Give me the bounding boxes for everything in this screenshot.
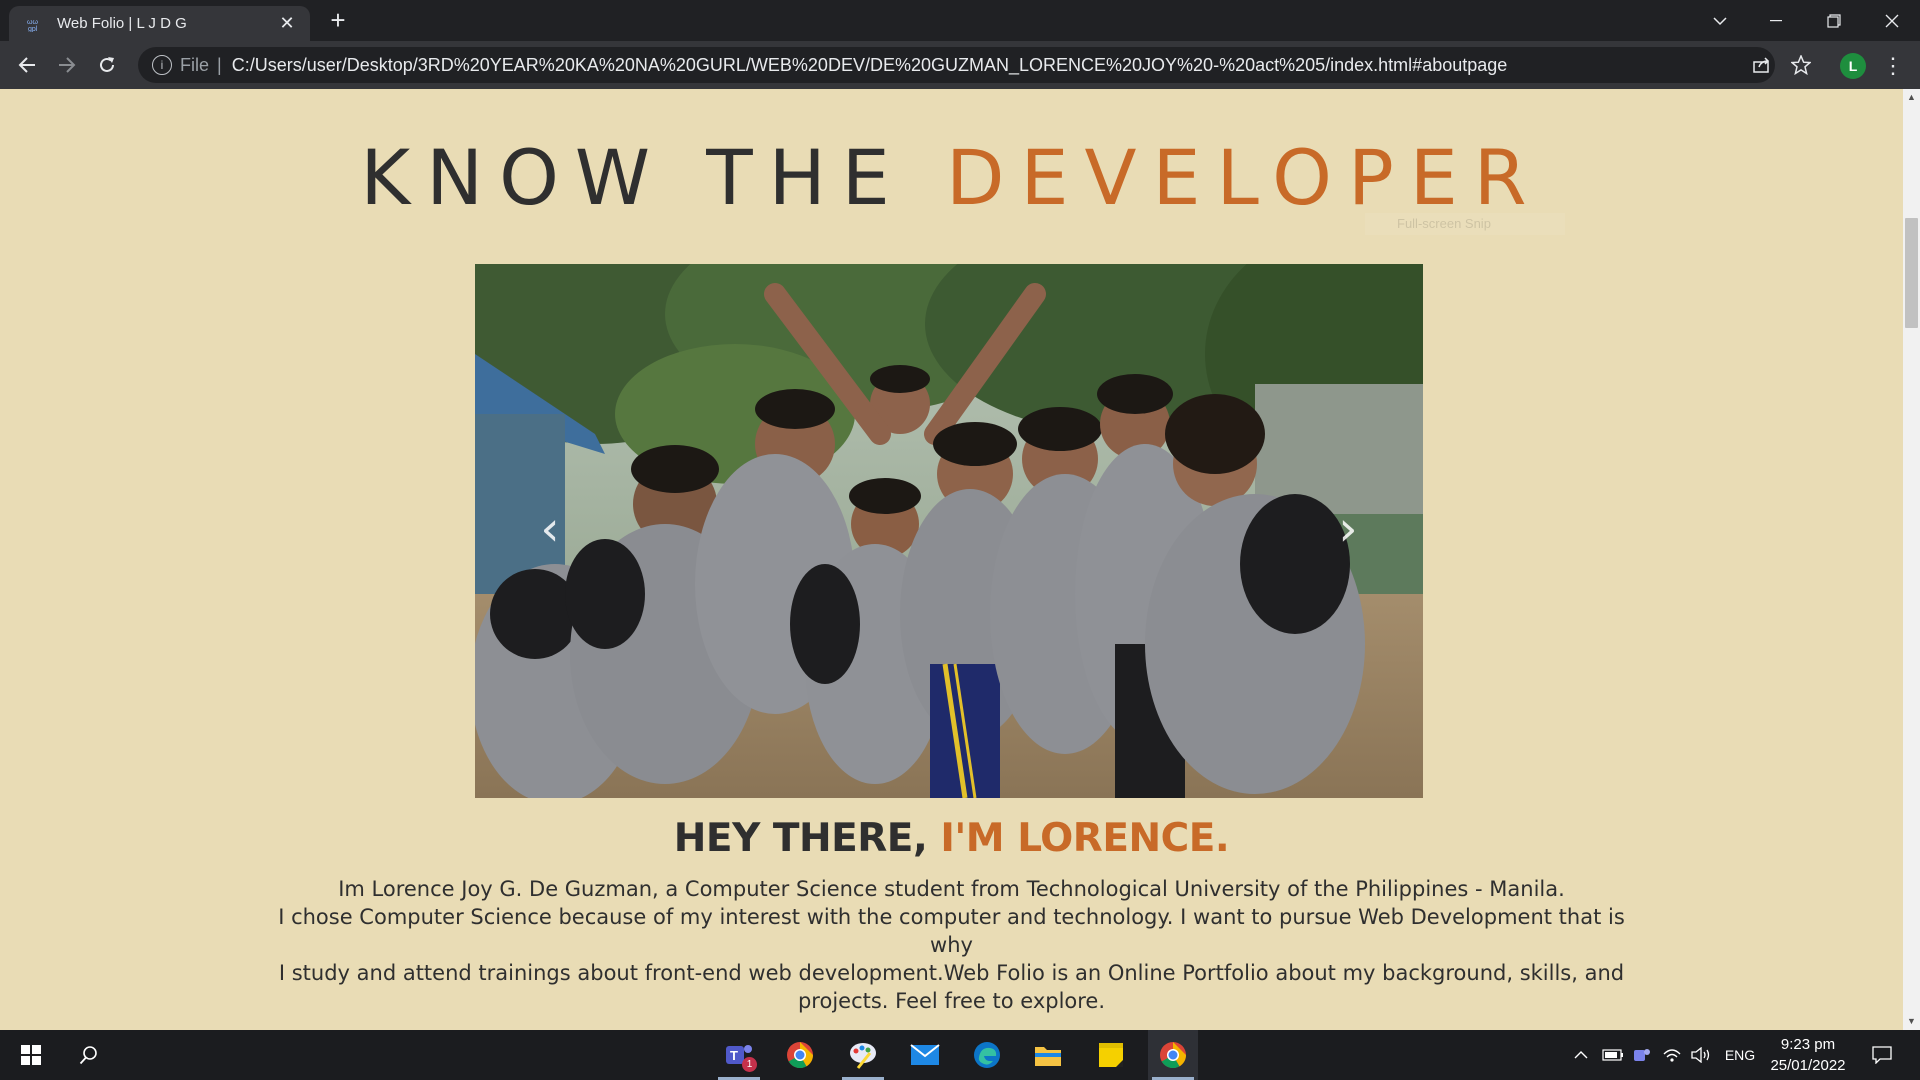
- taskbar-sticky-notes[interactable]: [1086, 1030, 1136, 1080]
- scroll-down-arrow-icon[interactable]: ▼: [1903, 1013, 1920, 1030]
- browser-tab[interactable]: ωω gpl Web Folio | L J D G ✕: [9, 6, 310, 41]
- wifi-icon[interactable]: [1660, 1030, 1684, 1080]
- chrome-icon: [787, 1042, 814, 1069]
- tab-title: Web Folio | L J D G: [57, 15, 187, 32]
- heading-dark-part: KNOW THE: [360, 133, 946, 222]
- taskbar-edge[interactable]: [962, 1030, 1012, 1080]
- scroll-thumb[interactable]: [1905, 218, 1918, 328]
- search-button[interactable]: [64, 1030, 114, 1080]
- new-tab-button[interactable]: +: [323, 6, 353, 36]
- minimize-icon: [1770, 19, 1782, 21]
- share-icon[interactable]: [1745, 47, 1779, 83]
- bio-line: I chose Computer Science because of my i…: [278, 905, 1625, 957]
- greeting-accent-part: I'M LORENCE.: [940, 816, 1230, 861]
- page-heading: KNOW THE DEVELOPER: [0, 133, 1903, 222]
- address-bar[interactable]: i File | C:/Users/user/Desktop/3RD%20YEA…: [138, 47, 1775, 83]
- snip-hint-overlay: Full-screen Snip: [1365, 213, 1565, 235]
- chevron-down-icon: [1713, 16, 1727, 25]
- bookmark-star-icon[interactable]: [1784, 47, 1818, 83]
- start-button[interactable]: [6, 1030, 56, 1080]
- browser-menu-icon[interactable]: ⋮: [1880, 51, 1906, 81]
- taskbar-paint[interactable]: [838, 1030, 888, 1080]
- browser-toolbar: i File | C:/Users/user/Desktop/3RD%20YEA…: [0, 41, 1920, 89]
- address-separator: |: [217, 54, 222, 75]
- bio-line: I study and attend trainings about front…: [278, 961, 1625, 985]
- search-icon: [79, 1046, 97, 1065]
- tray-overflow-chevron-icon[interactable]: [1570, 1030, 1592, 1080]
- profile-avatar[interactable]: L: [1840, 53, 1866, 79]
- paint-palette-icon: [850, 1043, 876, 1069]
- restore-icon: [1827, 13, 1841, 28]
- bio-line: Im Lorence Joy G. De Guzman, a Computer …: [338, 877, 1565, 901]
- carousel-prev-button[interactable]: ‹: [530, 504, 570, 554]
- greeting-dark-part: HEY THERE,: [673, 816, 941, 861]
- input-language[interactable]: ENG: [1720, 1030, 1760, 1080]
- windows-logo-icon: [21, 1045, 41, 1065]
- tab-close-button[interactable]: ✕: [276, 13, 298, 34]
- address-scheme: File: [180, 54, 210, 75]
- teams-tray-icon[interactable]: [1630, 1030, 1654, 1080]
- info-icon[interactable]: i: [152, 55, 172, 75]
- back-button[interactable]: [11, 49, 43, 81]
- edge-icon: [974, 1042, 1000, 1068]
- bio-line: projects. Feel free to explore.: [797, 989, 1106, 1013]
- address-url[interactable]: C:/Users/user/Desktop/3RD%20YEAR%20KA%20…: [232, 55, 1508, 76]
- taskbar-clock[interactable]: 9:23 pm 25/01/2022: [1764, 1034, 1852, 1076]
- site-favicon-icon: ωω gpl: [25, 13, 47, 35]
- battery-icon[interactable]: [1600, 1030, 1626, 1080]
- restore-button[interactable]: [1806, 0, 1862, 41]
- browser-tab-bar: ωω gpl Web Folio | L J D G ✕ +: [0, 0, 1920, 41]
- chrome-icon: [1160, 1042, 1187, 1069]
- bio-paragraph: Im Lorence Joy G. De Guzman, a Computer …: [270, 875, 1633, 1015]
- reload-button[interactable]: [91, 49, 123, 81]
- close-window-button[interactable]: [1864, 0, 1920, 41]
- teams-badge: 1: [742, 1057, 757, 1072]
- taskbar-chrome[interactable]: [775, 1030, 825, 1080]
- svg-text:ωω: ωω: [27, 19, 38, 26]
- scroll-up-arrow-icon[interactable]: ▲: [1903, 89, 1920, 106]
- forward-button[interactable]: [51, 49, 83, 81]
- carousel-next-button[interactable]: ›: [1328, 504, 1368, 554]
- notification-center-icon[interactable]: [1864, 1030, 1900, 1080]
- page-scrollbar[interactable]: ▲ ▼: [1903, 89, 1920, 1030]
- photo-carousel[interactable]: ‹ ›: [475, 264, 1423, 798]
- page-viewport: KNOW THE DEVELOPER Full-screen Snip ‹ › …: [0, 89, 1920, 1030]
- taskbar-mail[interactable]: [900, 1030, 950, 1080]
- folder-icon: [1035, 1047, 1061, 1066]
- windows-taskbar: T 1 ENG 9:23 pm 25/01/2022: [0, 1030, 1920, 1080]
- taskbar-teams[interactable]: T 1: [714, 1030, 764, 1080]
- taskbar-file-explorer[interactable]: [1023, 1030, 1073, 1080]
- close-icon: [1885, 14, 1899, 27]
- minimize-button[interactable]: [1748, 0, 1804, 41]
- tab-search-button[interactable]: [1692, 0, 1748, 41]
- volume-icon[interactable]: [1688, 1030, 1714, 1080]
- clock-time: 9:23 pm: [1780, 1036, 1836, 1053]
- taskbar-chrome-active[interactable]: [1148, 1030, 1198, 1080]
- sticky-notes-icon: [1099, 1043, 1123, 1067]
- svg-text:gpl: gpl: [28, 26, 38, 32]
- reload-icon: [100, 57, 114, 72]
- greeting-heading: HEY THERE, I'M LORENCE.: [0, 816, 1903, 861]
- group-photo: [475, 264, 1423, 798]
- heading-accent-part: DEVELOPER: [945, 133, 1543, 222]
- clock-date: 25/01/2022: [1770, 1057, 1846, 1074]
- arrow-right-icon: [59, 57, 76, 73]
- mail-icon: [910, 1044, 940, 1065]
- arrow-left-icon: [18, 57, 35, 73]
- svg-text:T: T: [730, 1048, 738, 1063]
